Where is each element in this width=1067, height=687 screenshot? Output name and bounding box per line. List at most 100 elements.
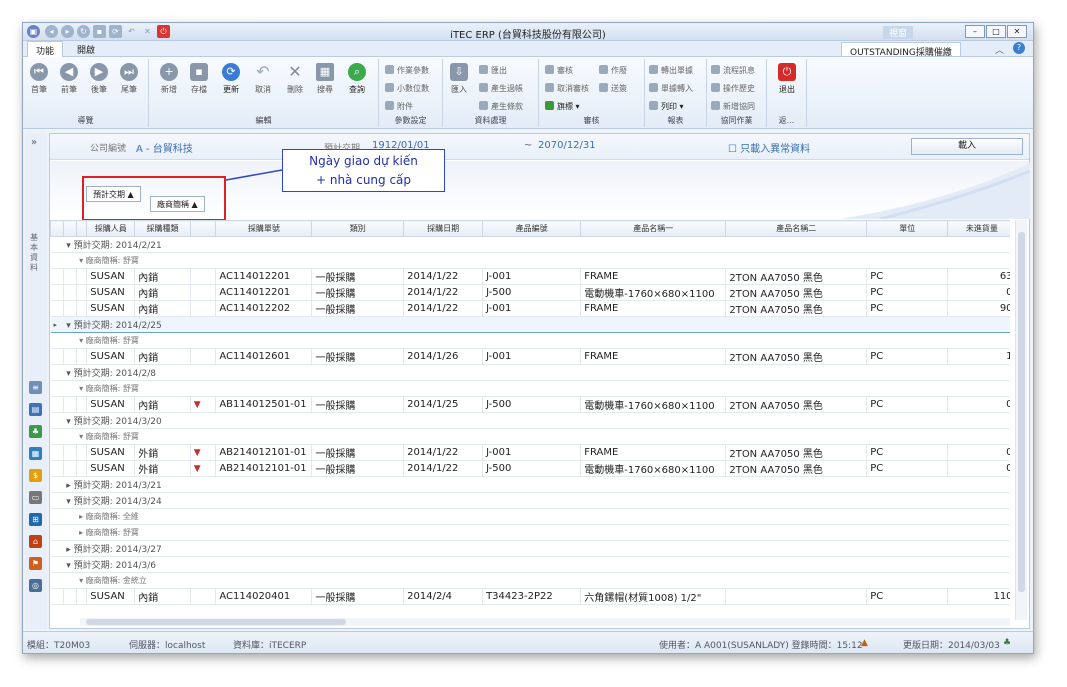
minimize-icon[interactable]: –: [965, 25, 985, 38]
date-to-field[interactable]: 2070/12/31: [538, 140, 596, 151]
module-icon-1[interactable]: ≡: [29, 381, 42, 394]
export-doc-button[interactable]: 轉出單據: [649, 65, 693, 76]
submit-sign-button[interactable]: 送簽: [599, 83, 627, 94]
column-header[interactable]: 採購單號: [215, 220, 313, 237]
exit-button[interactable]: ⏻ 退出: [775, 63, 799, 95]
group-row-delivery-date[interactable]: ▾ 預計交期: 2014/3/24: [50, 492, 1010, 509]
left-panel-label[interactable]: 基本資料: [30, 233, 42, 273]
module-icon-7[interactable]: ⊞: [29, 513, 42, 526]
add-collab-button[interactable]: 新增協同: [711, 101, 755, 112]
group-row-delivery-date[interactable]: ▸ 預計交期: 2014/3/27: [50, 540, 1010, 557]
workflow-msg-button[interactable]: 流程訊息: [711, 65, 755, 76]
tab-function[interactable]: 功能: [27, 41, 64, 57]
table-row[interactable]: SUSAN 內銷 AC114020401 一般採購 2014/2/4 T34423-2P2…: [50, 588, 1010, 605]
horizontal-scrollbar[interactable]: [80, 618, 1010, 626]
group-row-vendor[interactable]: ▾ 廠商簡稱: 舒寶: [50, 252, 1010, 269]
column-header[interactable]: 採購種類: [134, 220, 191, 237]
group-row-delivery-date[interactable]: ▾ 預計交期: 2014/3/20: [50, 412, 1010, 429]
table-row[interactable]: SUSAN 內銷 AC114012202 一般採購 2014/1/22 J-001 FRAM…: [50, 300, 1010, 317]
column-header[interactable]: 類別: [311, 220, 405, 237]
import-doc-button[interactable]: 單據轉入: [649, 83, 693, 94]
group-row-vendor[interactable]: ▸ 廠商簡稱: 舒寶: [50, 524, 1010, 541]
flag-button[interactable]: 旗標 ▾: [545, 101, 580, 112]
help-icon[interactable]: ?: [1013, 42, 1025, 54]
attachment-button[interactable]: 附件: [385, 101, 413, 112]
collapse-ribbon-icon[interactable]: ︿: [995, 43, 1004, 56]
table-row[interactable]: SUSAN 內銷 AC114012601 一般採購 2014/1/26 J-001 FRAM…: [50, 348, 1010, 365]
column-header[interactable]: 未進貨量: [947, 220, 1010, 237]
column-header[interactable]: 產品名稱二: [725, 220, 868, 237]
column-header[interactable]: 產品名稱一: [580, 220, 727, 237]
group-row-delivery-date[interactable]: ▾ 預計交期: 2014/2/21: [50, 236, 1010, 253]
table-row[interactable]: SUSAN 外銷 ▼ AB214012101-01 一般採購 2014/1/22 J-500…: [50, 460, 1010, 477]
import-button[interactable]: ⇩ 匯入: [447, 63, 471, 95]
group-row-delivery-date[interactable]: ▾ 預計交期: 2014/3/6: [50, 556, 1010, 573]
unapprove-button[interactable]: 取消審核: [545, 83, 589, 94]
export-button[interactable]: 匯出: [479, 65, 507, 76]
vertical-scrollbar[interactable]: [1015, 220, 1027, 620]
module-icon-9[interactable]: ⚑: [29, 557, 42, 570]
column-header[interactable]: [189, 220, 217, 237]
column-header[interactable]: 採購日期: [403, 220, 484, 237]
column-header[interactable]: 單位: [866, 220, 949, 237]
group-label: ▾ 預計交期: 2014/2/25: [63, 316, 1010, 333]
scroll-thumb[interactable]: [1018, 232, 1025, 592]
maximize-icon[interactable]: □: [986, 25, 1006, 38]
tab-open[interactable]: 開啟: [69, 41, 103, 57]
group-row-delivery-date[interactable]: ▸ 預計交期: 2014/3/21: [50, 476, 1010, 493]
column-header[interactable]: 產品編號: [482, 220, 582, 237]
company-field[interactable]: A - 台貿科技: [136, 140, 193, 155]
group-row-vendor[interactable]: ▾ 廠商簡稱: 舒寶: [50, 380, 1010, 397]
terms-button[interactable]: 產生條款: [479, 101, 523, 112]
close-icon[interactable]: ✕: [1007, 25, 1027, 38]
last-record-button[interactable]: ⏭ 尾筆: [117, 63, 141, 95]
module-icon-4[interactable]: ▦: [29, 447, 42, 460]
query-button[interactable]: ⌕ 查詢: [345, 63, 369, 95]
group-row-vendor[interactable]: ▸ 廠商簡稱: 全維: [50, 508, 1010, 525]
column-header[interactable]: 採購人員: [86, 220, 136, 237]
group-row-vendor[interactable]: ▾ 廠商簡稱: 舒寶: [50, 332, 1010, 349]
decimal-button[interactable]: 小數位數: [385, 83, 429, 94]
job-params-button[interactable]: 作業參數: [385, 65, 429, 76]
search-button[interactable]: ▦ 搜尋: [313, 63, 337, 95]
table-row[interactable]: SUSAN 內銷 AC114012201 一般採購 2014/1/22 J-001 FRAM…: [50, 268, 1010, 285]
load-button[interactable]: 載入: [911, 138, 1023, 155]
header-row: 採購人員採購種類採購單號類別採購日期產品編號產品名稱一產品名稱二單位未進貨量驗貨: [50, 220, 1010, 237]
module-icon-6[interactable]: ▭: [29, 491, 42, 504]
update-button[interactable]: ⟳ 更新: [219, 63, 243, 95]
user-status-icon: ♣: [1003, 638, 1012, 648]
indent-cell: [76, 284, 88, 301]
module-icon-3[interactable]: ♣: [29, 425, 42, 438]
expand-panel-icon[interactable]: »: [31, 137, 37, 148]
module-icon-2[interactable]: ▤: [29, 403, 42, 416]
dollar-icon[interactable]: $: [29, 469, 42, 482]
void-button[interactable]: 作廢: [599, 65, 627, 76]
table-row[interactable]: SUSAN 內銷 ▼ AB114012501-01 一般採購 2014/1/25 J-500…: [50, 396, 1010, 413]
table-cell: SUSAN: [86, 348, 136, 365]
group-row-vendor[interactable]: ▾ 廠商簡稱: 金統立: [50, 572, 1010, 589]
history-button[interactable]: 操作歷史: [711, 83, 755, 94]
cancel-button[interactable]: ↶ 取消: [251, 63, 275, 95]
row-indicator: [50, 236, 64, 253]
print-button[interactable]: 列印 ▾: [649, 101, 684, 112]
scroll-thumb[interactable]: [86, 619, 346, 625]
home-icon[interactable]: ⌂: [29, 535, 42, 548]
post-button[interactable]: 產生過帳: [479, 83, 523, 94]
first-record-button[interactable]: ⏮ 首筆: [27, 63, 51, 95]
first-icon: ⏮: [30, 63, 48, 81]
add-button[interactable]: + 新增: [157, 63, 181, 95]
group-row-delivery-date[interactable]: ▸ ▾ 預計交期: 2014/2/25: [50, 316, 1010, 333]
tab-outstanding[interactable]: OUTSTANDING採購催繳: [841, 42, 961, 58]
next-record-button[interactable]: ▶ 後筆: [87, 63, 111, 95]
module-icon-10[interactable]: ◎: [29, 579, 42, 592]
save-button[interactable]: ▪ 存檔: [187, 63, 211, 95]
prev-record-button[interactable]: ◀ 前筆: [57, 63, 81, 95]
window-menu-label[interactable]: 視窗: [883, 26, 914, 39]
group-row-vendor[interactable]: ▾ 廠商簡稱: 舒寶: [50, 428, 1010, 445]
table-row[interactable]: SUSAN 內銷 AC114012201 一般採購 2014/1/22 J-500 電動機車…: [50, 284, 1010, 301]
group-row-delivery-date[interactable]: ▾ 預計交期: 2014/2/8: [50, 364, 1010, 381]
approve-button[interactable]: 審核: [545, 65, 573, 76]
table-row[interactable]: SUSAN 外銷 ▼ AB214012101-01 一般採購 2014/1/22 J-001…: [50, 444, 1010, 461]
abnormal-only-checkbox[interactable]: ☐ 只載入異常資料: [728, 140, 810, 155]
delete-button[interactable]: ✕ 刪除: [283, 63, 307, 95]
